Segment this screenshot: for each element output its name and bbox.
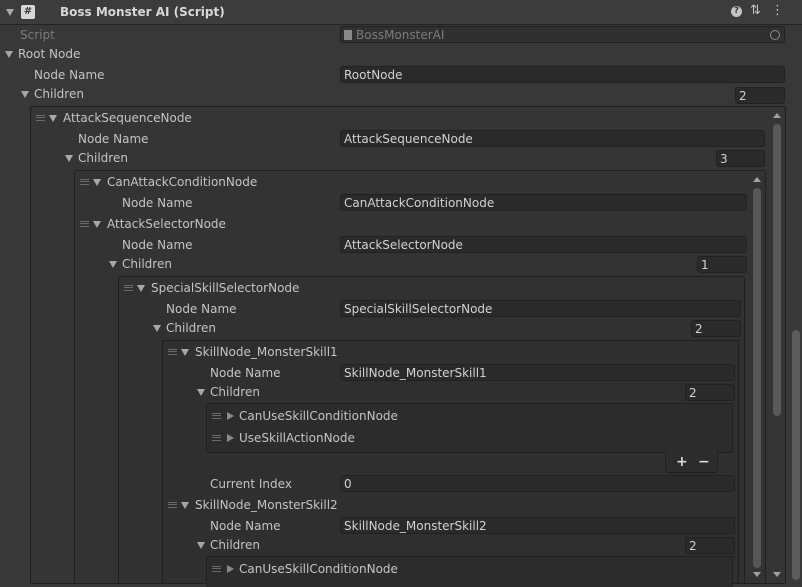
inner-scroll-up-icon[interactable] bbox=[753, 177, 761, 182]
attack-sequence-node-name-field[interactable]: AttackSequenceNode bbox=[340, 130, 765, 147]
skill1-node-name-label: Node Name bbox=[210, 366, 281, 380]
special-selector-node-name-label: Node Name bbox=[166, 302, 237, 316]
help-icon[interactable]: ? bbox=[731, 6, 742, 17]
skill1-child-label[interactable]: UseSkillActionNode bbox=[239, 429, 355, 447]
add-element-button[interactable]: + bbox=[676, 454, 688, 470]
presets-icon[interactable]: ⇅ bbox=[750, 3, 761, 18]
attack-sequence-node-name-label: Node Name bbox=[78, 132, 149, 146]
foldout-arrow-icon[interactable] bbox=[6, 9, 14, 16]
script-field: BossMonsterAI bbox=[340, 26, 785, 43]
drag-handle-icon[interactable] bbox=[168, 349, 177, 355]
skill2-foldout-icon[interactable] bbox=[181, 502, 189, 509]
script-name: BossMonsterAI bbox=[356, 28, 445, 42]
skill2-child-label[interactable]: CanUseSkillConditionNode bbox=[239, 560, 398, 578]
skill1-children-count[interactable]: 2 bbox=[685, 384, 735, 401]
component-header: # Boss Monster AI (Script) ? ⇅ ⋮ bbox=[0, 0, 802, 25]
drag-handle-icon[interactable] bbox=[36, 115, 45, 121]
skill2-children-label: Children bbox=[210, 538, 260, 552]
collapsed-arrow-icon[interactable] bbox=[227, 434, 234, 442]
skill1-label[interactable]: SkillNode_MonsterSkill1 bbox=[195, 343, 338, 361]
root-children-count[interactable]: 2 bbox=[735, 87, 785, 104]
special-selector-children-foldout-icon[interactable] bbox=[153, 325, 161, 332]
drag-handle-icon[interactable] bbox=[212, 435, 221, 441]
attack-selector-children-count[interactable]: 1 bbox=[697, 256, 747, 273]
root-node-name-label: Node Name bbox=[34, 68, 105, 82]
skill1-current-index-field[interactable]: 0 bbox=[340, 475, 735, 492]
skill2-label[interactable]: SkillNode_MonsterSkill2 bbox=[195, 496, 338, 514]
list-scroll-down-icon[interactable] bbox=[773, 572, 781, 577]
drag-handle-icon[interactable] bbox=[212, 413, 221, 419]
attack-selector-foldout-icon[interactable] bbox=[93, 221, 101, 228]
script-icon: # bbox=[21, 5, 35, 19]
skill2-node-name-field[interactable]: SkillNode_MonsterSkill2 bbox=[340, 517, 735, 534]
list-scroll-up-icon[interactable] bbox=[773, 113, 781, 118]
drag-handle-icon[interactable] bbox=[80, 179, 89, 185]
attack-selector-node-name-label: Node Name bbox=[122, 238, 193, 252]
collapsed-arrow-icon[interactable] bbox=[227, 412, 234, 420]
context-menu-icon[interactable]: ⋮ bbox=[771, 3, 784, 18]
list-footer bbox=[665, 452, 718, 473]
special-selector-children-label: Children bbox=[166, 321, 216, 335]
can-attack-label[interactable]: CanAttackConditionNode bbox=[107, 173, 257, 191]
skill2-children-count[interactable]: 2 bbox=[685, 537, 735, 554]
attack-sequence-foldout-icon[interactable] bbox=[49, 115, 57, 122]
script-label: Script bbox=[20, 28, 55, 42]
attack-sequence-children-foldout-icon[interactable] bbox=[65, 155, 73, 162]
drag-handle-icon[interactable] bbox=[168, 502, 177, 508]
list-scrollbar-thumb[interactable] bbox=[773, 124, 781, 416]
skill1-children-label: Children bbox=[210, 385, 260, 399]
root-node-label[interactable]: Root Node bbox=[18, 45, 80, 63]
outer-scrollbar-thumb[interactable] bbox=[792, 330, 800, 580]
inner-scroll-down-icon[interactable] bbox=[753, 572, 761, 577]
root-foldout-icon[interactable] bbox=[5, 51, 13, 58]
skill1-child-label[interactable]: CanUseSkillConditionNode bbox=[239, 407, 398, 425]
attack-sequence-label[interactable]: AttackSequenceNode bbox=[63, 109, 192, 127]
component-title: Boss Monster AI (Script) bbox=[60, 5, 225, 19]
attack-selector-children-foldout-icon[interactable] bbox=[109, 261, 117, 268]
object-picker-icon[interactable] bbox=[770, 30, 780, 40]
skill2-children-foldout-icon[interactable] bbox=[197, 542, 205, 549]
skill1-node-name-field[interactable]: SkillNode_MonsterSkill1 bbox=[340, 364, 735, 381]
can-attack-foldout-icon[interactable] bbox=[93, 179, 101, 186]
drag-handle-icon[interactable] bbox=[124, 285, 133, 291]
can-attack-node-name-field[interactable]: CanAttackConditionNode bbox=[340, 194, 747, 211]
attack-sequence-children-count[interactable]: 3 bbox=[716, 150, 765, 167]
root-children-label: Children bbox=[34, 87, 84, 101]
script-file-icon bbox=[344, 30, 352, 40]
root-children-foldout-icon[interactable] bbox=[21, 91, 29, 98]
special-selector-foldout-icon[interactable] bbox=[137, 285, 145, 292]
remove-element-button[interactable]: − bbox=[698, 454, 710, 470]
inner-scrollbar-thumb[interactable] bbox=[753, 188, 761, 568]
attack-selector-node-name-field[interactable]: AttackSelectorNode bbox=[340, 236, 747, 253]
special-selector-children-count[interactable]: 2 bbox=[691, 320, 741, 337]
special-selector-label[interactable]: SpecialSkillSelectorNode bbox=[151, 279, 299, 297]
special-selector-node-name-field[interactable]: SpecialSkillSelectorNode bbox=[340, 300, 741, 317]
skill2-node-name-label: Node Name bbox=[210, 519, 281, 533]
drag-handle-icon[interactable] bbox=[212, 566, 221, 572]
attack-sequence-children-label: Children bbox=[78, 151, 128, 165]
skill1-current-index-label: Current Index bbox=[210, 477, 292, 491]
can-attack-node-name-label: Node Name bbox=[122, 196, 193, 210]
drag-handle-icon[interactable] bbox=[80, 221, 89, 227]
attack-selector-children-label: Children bbox=[122, 257, 172, 271]
attack-selector-label[interactable]: AttackSelectorNode bbox=[107, 215, 226, 233]
skill1-children-foldout-icon[interactable] bbox=[197, 389, 205, 396]
skill1-foldout-icon[interactable] bbox=[181, 349, 189, 356]
root-node-name-field[interactable]: RootNode bbox=[340, 66, 785, 83]
collapsed-arrow-icon[interactable] bbox=[227, 565, 234, 573]
